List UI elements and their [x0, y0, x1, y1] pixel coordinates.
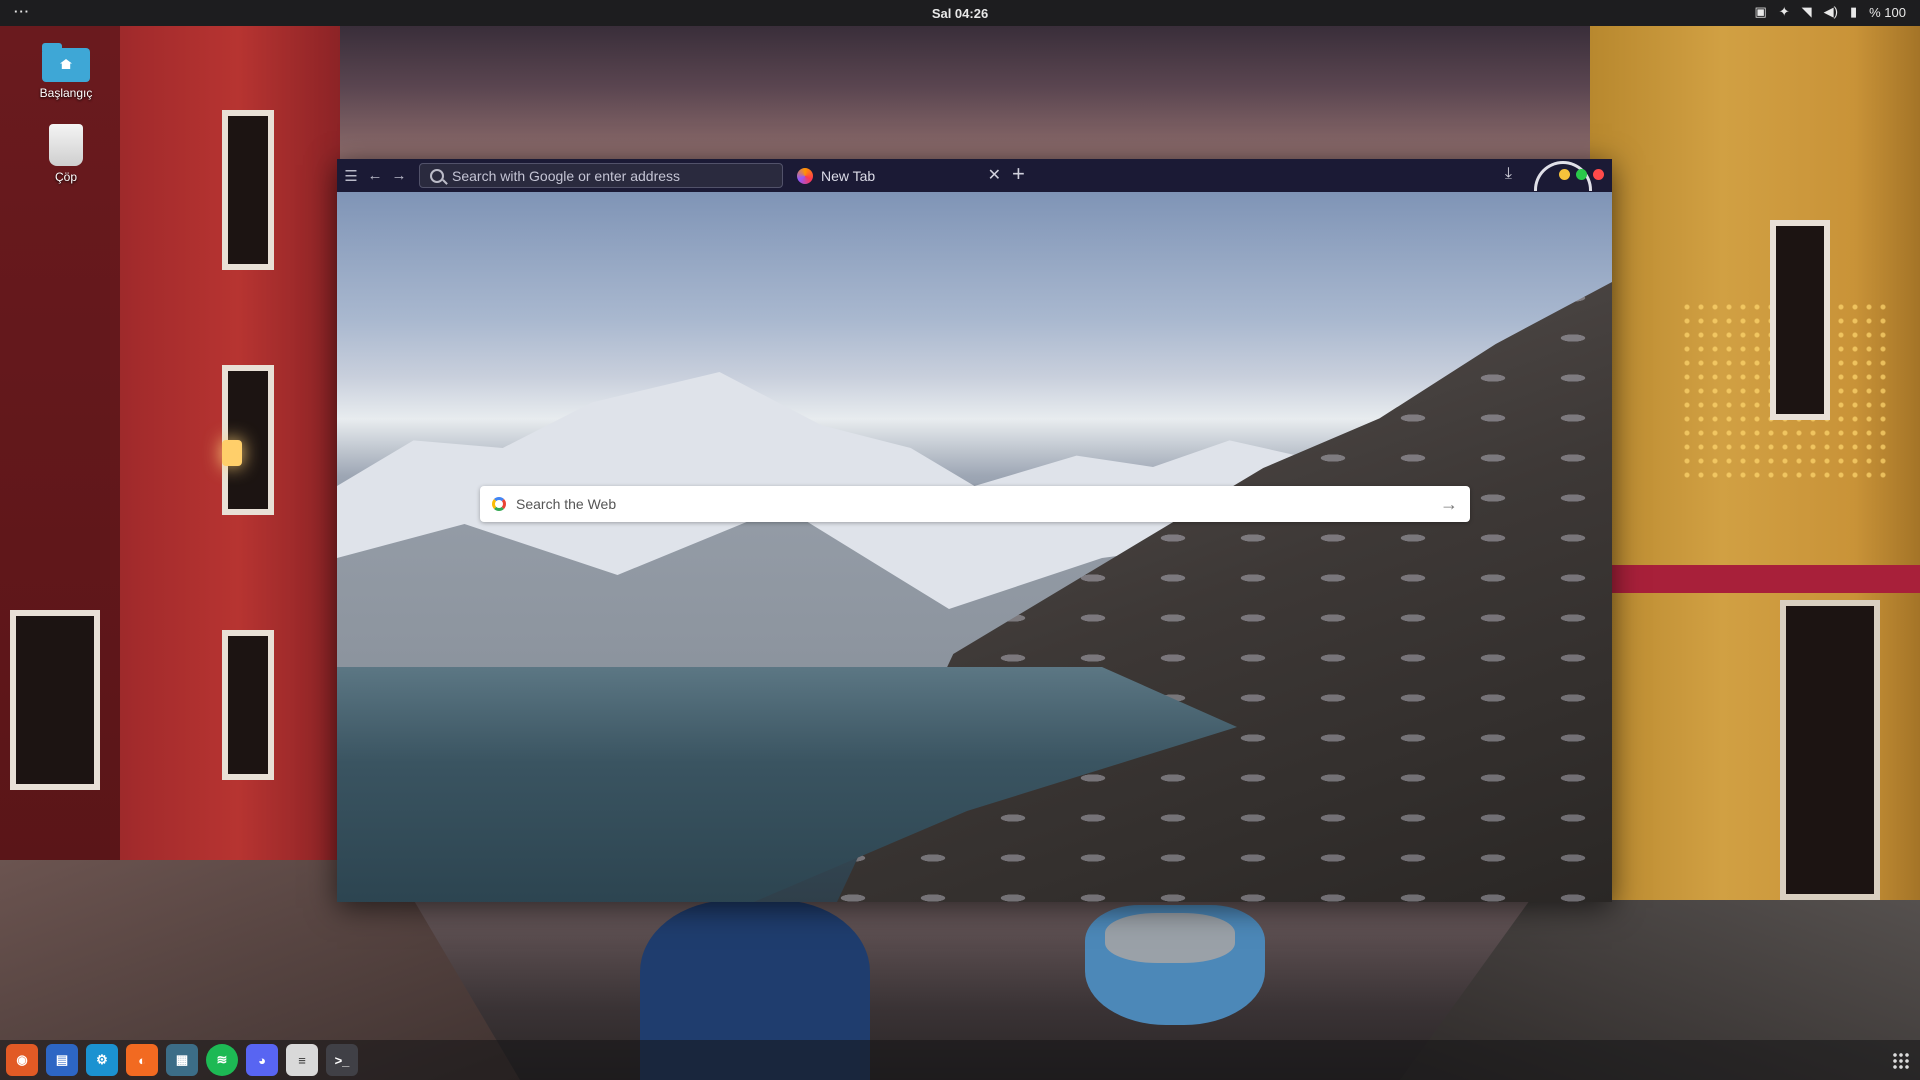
system-tray[interactable]: ▣ ✦ ◥ ◀) ▮ % 100 — [1754, 4, 1906, 20]
download-icon[interactable]: ⤓ — [1505, 165, 1512, 183]
forward-icon[interactable]: → — [387, 164, 411, 188]
system-monitor-icon[interactable]: ▦ — [166, 1044, 198, 1076]
app-grid-icon[interactable] — [1892, 1052, 1910, 1070]
wallpaper-window — [10, 610, 100, 790]
address-bar[interactable] — [419, 163, 783, 188]
wallpaper-lamp — [222, 440, 242, 466]
brightness-icon[interactable]: ✦ — [1779, 4, 1790, 20]
menu-icon[interactable]: ☰ — [339, 164, 363, 188]
close-tab-icon[interactable]: ✕ — [988, 165, 1001, 185]
wallpaper-window — [222, 630, 274, 780]
wallpaper-boat — [1085, 905, 1265, 1025]
wallpaper-shop-awning — [1610, 565, 1920, 593]
web-search-input[interactable] — [516, 496, 1440, 512]
home-folder-icon — [42, 43, 90, 82]
search-submit-icon[interactable]: → — [1440, 494, 1458, 515]
files-icon[interactable]: ▤ — [46, 1044, 78, 1076]
battery-percentage: % 100 — [1869, 4, 1906, 20]
back-icon[interactable]: ← — [363, 164, 387, 188]
firefox-icon[interactable]: ◉ — [6, 1044, 38, 1076]
minimize-button[interactable] — [1559, 169, 1570, 180]
desktop-trash[interactable]: Çöp — [26, 124, 106, 184]
google-icon — [492, 497, 506, 511]
settings-icon[interactable]: ⚙ — [86, 1044, 118, 1076]
new-tab-page: → — [337, 192, 1612, 902]
volume-icon[interactable]: ◀) — [1824, 4, 1838, 20]
text-editor-icon[interactable]: ≡ — [286, 1044, 318, 1076]
clock[interactable]: Sal 04:26 — [0, 6, 1920, 21]
wallpaper-window — [222, 110, 274, 270]
desktop-icon-label: Çöp — [54, 170, 77, 184]
terminal-icon[interactable]: >_ — [326, 1044, 358, 1076]
close-window-button[interactable] — [1593, 169, 1604, 180]
new-tab-button[interactable]: + — [1012, 163, 1025, 185]
window-controls — [1559, 169, 1604, 180]
wifi-icon[interactable]: ◥ — [1802, 4, 1812, 20]
discord-icon[interactable]: ◕ — [246, 1044, 278, 1076]
trash-icon — [49, 124, 83, 166]
browser-toolbar: ☰ ← → New Tab ✕ + ⤓ — [337, 159, 1612, 192]
dock: ◉ ▤ ⚙ ◐ ▦ ≋ ◕ ≡ >_ — [0, 1040, 1920, 1080]
battery-icon[interactable]: ▮ — [1850, 4, 1857, 20]
maximize-button[interactable] — [1576, 169, 1587, 180]
screenshot-icon[interactable]: ▣ — [1754, 4, 1766, 20]
firefox-icon — [797, 167, 813, 184]
search-icon — [430, 168, 444, 183]
wallpaper-door — [1780, 600, 1880, 900]
top-panel: ··· Sal 04:26 ▣ ✦ ◥ ◀) ▮ % 100 — [0, 0, 1920, 26]
tab-new-tab[interactable]: New Tab ✕ — [789, 159, 1009, 192]
web-search-box[interactable]: → — [480, 486, 1470, 522]
wallpaper-window — [1770, 220, 1830, 420]
browser-window[interactable]: ☰ ← → New Tab ✕ + ⤓ → — [337, 159, 1612, 902]
tab-title: New Tab — [821, 167, 876, 184]
desktop-home-folder[interactable]: Başlangıç — [26, 43, 106, 100]
desktop-icon-label: Başlangıç — [39, 86, 93, 100]
software-center-icon[interactable]: ◐ — [126, 1044, 158, 1076]
address-input[interactable] — [452, 167, 752, 184]
spotify-icon[interactable]: ≋ — [206, 1044, 238, 1076]
